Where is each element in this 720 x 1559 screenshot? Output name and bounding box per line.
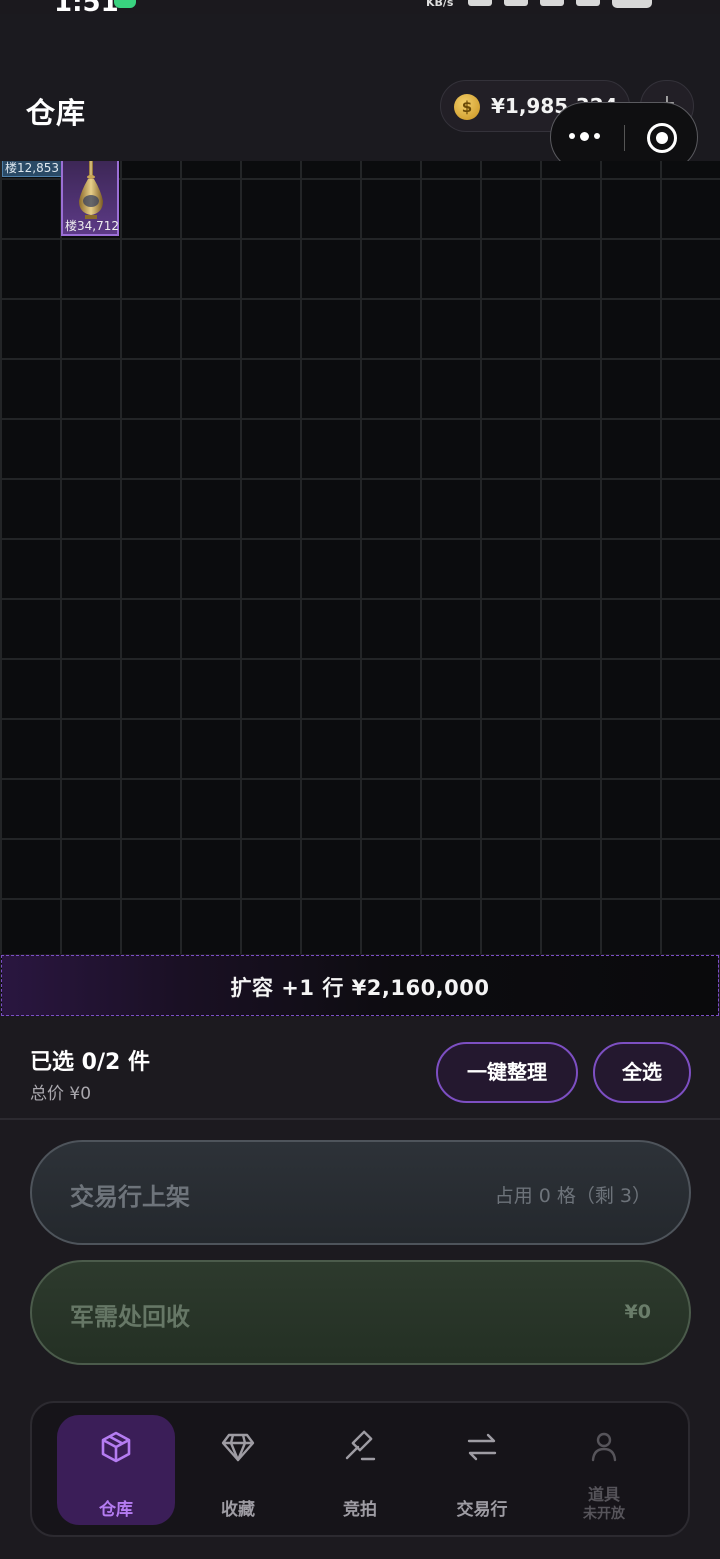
list-on-market-button[interactable]: 交易行上架 占用 0 格（剩 3） <box>30 1140 691 1245</box>
notification-icon <box>114 0 136 8</box>
nav-item-warehouse[interactable]: 仓库 <box>57 1415 175 1525</box>
vase-icon <box>79 161 103 219</box>
app-root: 1:51 KB/s 仓库 $ ¥1,985,324 + 楼12,853 <box>0 0 720 1559</box>
nav-sub-not-open: 未开放 <box>583 1506 625 1522</box>
page-title: 仓库 <box>26 96 87 130</box>
nav-item-props: 道具 未开放 <box>545 1415 663 1525</box>
coin-icon: $ <box>454 94 480 120</box>
gavel-icon <box>345 1430 376 1461</box>
swap-icon <box>467 1433 497 1461</box>
expand-row-label: 扩容 +1 行 ¥2,160,000 <box>230 976 490 1000</box>
bottom-nav: 仓库 收藏 竞拍 交易行 道具 未开放 <box>30 1401 690 1537</box>
close-target-icon[interactable] <box>647 123 677 153</box>
nav-label-warehouse: 仓库 <box>99 1500 133 1520</box>
nav-item-auction[interactable]: 竞拍 <box>301 1415 419 1525</box>
market-slots-info: 占用 0 格（剩 3） <box>494 1185 651 1207</box>
more-icon[interactable] <box>569 121 605 151</box>
nav-label-props: 道具 <box>587 1485 620 1504</box>
auto-sort-button[interactable]: 一键整理 <box>436 1042 578 1103</box>
item-value-badge[interactable]: 楼12,853 <box>2 161 62 177</box>
network-speed: KB/s <box>426 0 454 9</box>
divider <box>0 1118 720 1120</box>
inventory-grid[interactable]: 楼12,853 楼34,712 <box>0 161 720 954</box>
status-icons <box>468 0 652 8</box>
nav-label-collection: 收藏 <box>221 1500 255 1520</box>
expand-row-button[interactable]: 扩容 +1 行 ¥2,160,000 <box>1 955 719 1016</box>
selected-count: 已选 0/2 件 <box>30 1050 150 1075</box>
wifi-icon <box>468 0 492 6</box>
nav-item-collection[interactable]: 收藏 <box>179 1415 297 1525</box>
inventory-item[interactable]: 楼34,712 <box>61 161 119 236</box>
nav-label-auction: 竞拍 <box>343 1500 377 1520</box>
box-icon <box>101 1431 131 1463</box>
battery-icon <box>612 0 652 8</box>
recycle-label: 军需处回收 <box>70 1303 190 1331</box>
nav-label-market: 交易行 <box>456 1500 508 1520</box>
recycle-button[interactable]: 军需处回收 ¥0 <box>30 1260 691 1365</box>
status-time: 1:51 <box>54 0 119 14</box>
nav-item-market[interactable]: 交易行 <box>423 1415 541 1525</box>
capsule-divider <box>624 125 625 151</box>
signal-icon <box>540 0 564 6</box>
total-price: 总价 ¥0 <box>30 1084 92 1104</box>
list-on-market-label: 交易行上架 <box>70 1183 190 1211</box>
signal-icon-2 <box>576 0 600 6</box>
header: 仓库 $ ¥1,985,324 + <box>0 14 720 172</box>
select-all-button[interactable]: 全选 <box>593 1042 691 1103</box>
diamond-icon <box>221 1433 255 1462</box>
recycle-value: ¥0 <box>624 1301 651 1323</box>
status-bar: 1:51 KB/s <box>0 0 720 14</box>
person-icon <box>591 1432 617 1462</box>
item-value-label: 楼34,712 <box>65 219 119 233</box>
mute-icon <box>504 0 528 6</box>
